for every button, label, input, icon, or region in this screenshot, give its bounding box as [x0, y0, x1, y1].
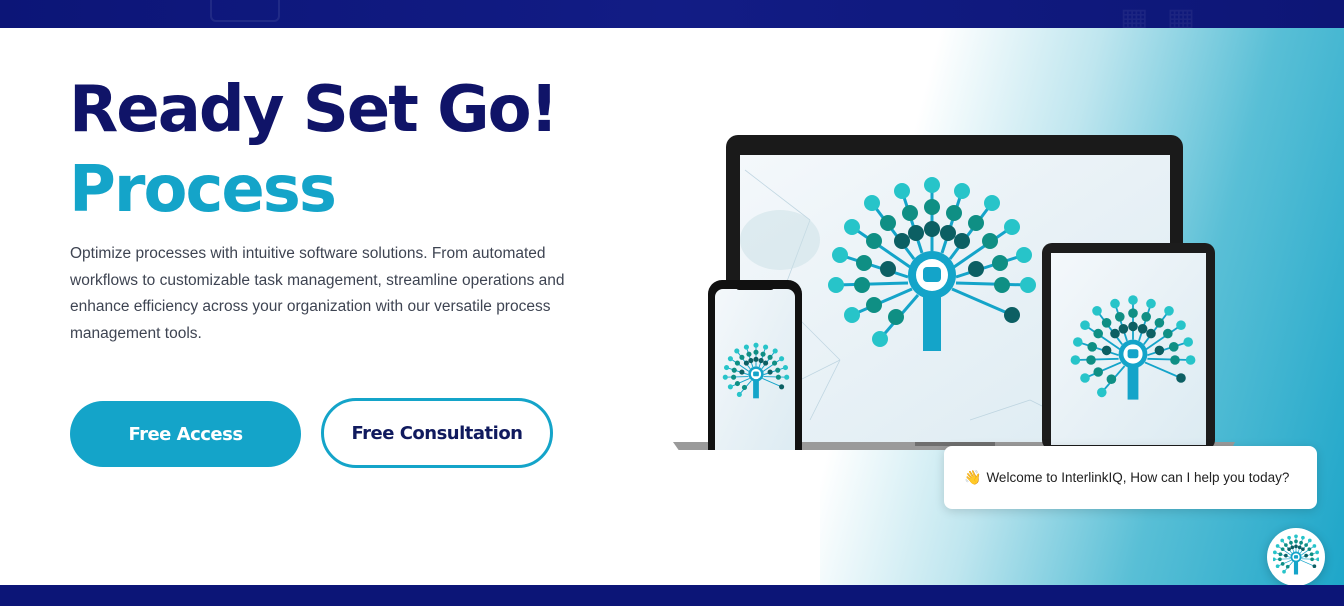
free-access-button[interactable]: Free Access — [70, 401, 301, 467]
banner-decoration — [210, 0, 280, 22]
interlinkiq-tree-icon — [1273, 534, 1319, 575]
devices-illustration — [673, 135, 1235, 450]
bottom-band — [0, 585, 1344, 606]
banner-decoration-text: ▦ ▦ — [1120, 2, 1200, 28]
hero-subtitle: Process — [69, 153, 337, 227]
top-banner-band: ▦ ▦ — [0, 0, 1344, 28]
hero-title: Ready Set Go! — [69, 73, 559, 147]
chat-welcome-text: Welcome to InterlinkIQ, How can I help y… — [986, 470, 1290, 485]
chat-welcome-bubble[interactable]: 👋 Welcome to InterlinkIQ, How can I help… — [944, 446, 1317, 509]
chat-launcher-button[interactable] — [1267, 528, 1325, 586]
free-consultation-button[interactable]: Free Consultation — [321, 398, 553, 468]
hero-description: Optimize processes with intuitive softwa… — [70, 245, 565, 342]
wave-icon: 👋 — [964, 469, 982, 486]
